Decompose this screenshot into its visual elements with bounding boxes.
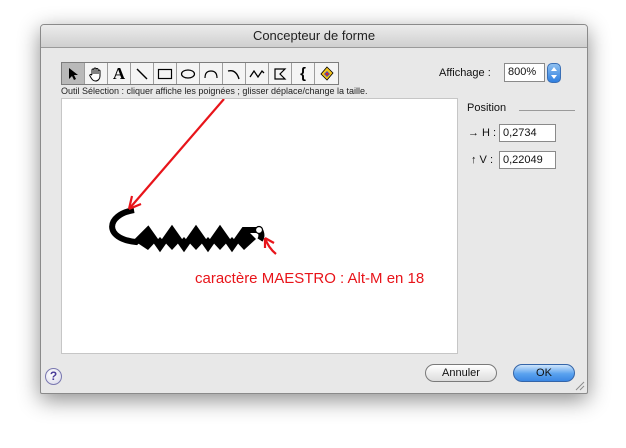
select-tool-button[interactable] [62,63,85,84]
zigzag-fill [136,227,256,250]
fill-color-icon [319,65,334,81]
cancel-button[interactable]: Annuler [425,364,497,382]
arrow-select-icon [69,67,78,80]
ellipse-tool-button[interactable] [177,63,200,84]
fill-color-tool-button[interactable] [315,63,338,84]
brace-tool-button[interactable]: { [292,63,315,84]
text-tool-button[interactable]: A [108,63,131,84]
title-bar: Concepteur de forme [41,25,587,48]
rectangle-icon [157,68,173,79]
text-a-icon: A [112,64,126,83]
ok-button[interactable]: OK [513,364,575,382]
tool-hint-text: Outil Sélection : cliquer affiche les po… [61,86,368,96]
h-coordinate-label: → H : [468,127,497,139]
curve-tool-button[interactable] [223,63,246,84]
v-coordinate-label: ↑ V : [471,154,494,166]
drawing-canvas[interactable]: caractère MAESTRO : Alt-M en 18 [61,98,458,354]
shape-preview: caractère MAESTRO : Alt-M en 18 [109,99,424,287]
line-icon [136,68,148,79]
position-divider [519,110,575,111]
help-button[interactable]: ? [45,368,62,385]
stepper-arrows-icon [551,67,557,79]
window-title: Concepteur de forme [252,28,376,43]
arc-tool-button[interactable] [200,63,223,84]
hand-tool-button[interactable] [85,63,108,84]
polygon-icon [274,67,287,80]
wave-tool-button[interactable] [246,63,269,84]
hand-icon [89,67,101,82]
rectangle-tool-button[interactable] [154,63,177,84]
h-coordinate-field[interactable]: 0,2734 [499,124,556,142]
zoom-label: Affichage : [439,67,491,79]
line-tool-button[interactable] [131,63,154,84]
shape-designer-dialog: Concepteur de forme A {Outil Sélection … [40,24,588,394]
brace-icon: { [300,65,306,82]
red-arrow-bottom [263,237,277,255]
curve-icon [227,69,240,79]
arc-icon [204,69,218,78]
shape-toolbar: A { [61,62,339,85]
end-handle[interactable] [254,225,264,235]
wave-icon [249,69,265,78]
ellipse-icon [180,68,196,79]
v-coordinate-field[interactable]: 0,22049 [499,151,556,169]
annotation-text: caractère MAESTRO : Alt-M en 18 [195,270,424,287]
zoom-field[interactable]: 800% [504,63,545,82]
polygon-tool-button[interactable] [269,63,292,84]
resize-grip-icon[interactable] [573,379,585,391]
red-arrow-top [127,99,225,211]
zoom-stepper[interactable] [547,63,561,83]
position-section-title: Position [467,102,507,114]
